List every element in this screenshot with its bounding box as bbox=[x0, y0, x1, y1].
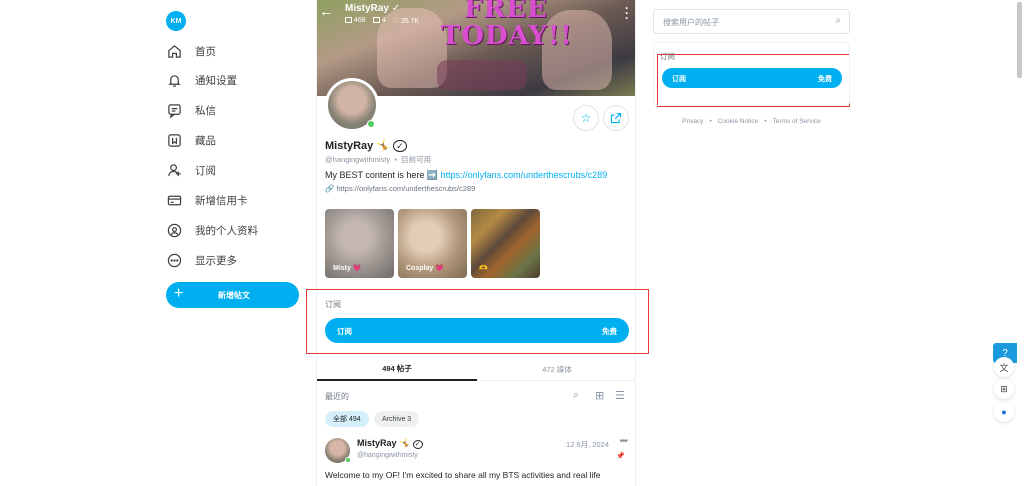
side-subscription-title: 订阅 bbox=[660, 52, 675, 61]
sidebar-item-label: 订阅 bbox=[195, 164, 216, 177]
side-subscribe-button[interactable]: 订阅 免费 bbox=[662, 68, 842, 88]
post-date: 12 6月, 2024 bbox=[566, 440, 609, 449]
cover-name: MistyRay ✓ bbox=[345, 3, 401, 14]
sidebar-item-label: 新增信用卡 bbox=[195, 194, 248, 207]
filter-archive-chip[interactable]: Archive 3 bbox=[374, 411, 420, 427]
plus-icon: + bbox=[174, 285, 184, 302]
apps-grid-icon[interactable]: ⊞ bbox=[994, 379, 1014, 399]
star-icon: ☆ bbox=[580, 111, 592, 125]
sidebar-item-subscriptions[interactable]: 订阅 bbox=[167, 158, 216, 182]
side-subscribe-price: 免费 bbox=[818, 76, 832, 83]
image-icon bbox=[345, 17, 352, 23]
verified-icon: ✓ bbox=[391, 3, 401, 14]
online-status-dot bbox=[345, 457, 351, 463]
likes-count: ♡ 35.7K bbox=[392, 18, 420, 25]
profile-name: MistyRay 🤸 ✓ bbox=[325, 139, 407, 152]
new-post-label: 新增帖文 bbox=[218, 290, 250, 300]
profile-bio: My BEST content is here ➡️ https://onlyf… bbox=[325, 170, 608, 180]
more-vertical-icon[interactable]: · · · bbox=[625, 2, 629, 24]
pin-icon: 📌 bbox=[616, 453, 625, 460]
cover-banner-text: FREE TODAY!! bbox=[441, 0, 573, 51]
more-horizontal-icon[interactable]: ••• bbox=[619, 436, 627, 447]
search-icon[interactable]: ⌕ bbox=[835, 15, 841, 26]
sidebar-item-collections[interactable]: 藏品 bbox=[167, 128, 216, 152]
cookie-notice-link[interactable]: Cookie Notice bbox=[718, 118, 758, 125]
sidebar-item-notifications[interactable]: 通知设置 bbox=[167, 68, 237, 92]
user-avatar[interactable]: KM bbox=[166, 11, 186, 31]
share-button[interactable] bbox=[603, 105, 629, 131]
bell-icon bbox=[168, 74, 181, 87]
grid-icon[interactable]: ⊞ bbox=[595, 389, 604, 402]
favorite-button[interactable]: ☆ bbox=[573, 105, 599, 131]
sidebar-item-label: 私信 bbox=[195, 104, 216, 117]
profile-icon bbox=[167, 223, 182, 237]
assistant-icon[interactable]: ● bbox=[994, 402, 1014, 422]
highlight-misty[interactable]: Misty 💗 bbox=[325, 209, 394, 278]
sort-icon[interactable]: ☰ bbox=[615, 389, 625, 402]
sidebar-item-label: 藏品 bbox=[195, 134, 216, 147]
subscriptions-icon bbox=[168, 163, 181, 176]
tab-media[interactable]: 472 媒体 bbox=[477, 357, 635, 381]
page: KM 首页 通知设置 私信 藏品 订阅 新增信用卡 我的个人资料 显示更多 + … bbox=[0, 0, 1024, 486]
side-subscription-box: 订阅 订阅 免费 bbox=[653, 42, 850, 106]
link-icon: 🔗 bbox=[325, 184, 335, 193]
post-author-handle: @hangingwithmisty bbox=[357, 452, 418, 459]
footer-links: Privacy • Cookie Notice • Terms of Servi… bbox=[682, 118, 821, 125]
privacy-link[interactable]: Privacy bbox=[682, 118, 703, 125]
sidebar-item-label: 我的个人资料 bbox=[195, 224, 258, 237]
profile-handle: @hangingwithmisty • 目前可用 bbox=[325, 155, 432, 164]
profile-website[interactable]: 🔗 https://onlyfans.com/underthescrubs/c2… bbox=[325, 184, 475, 193]
recent-label: 最近的 bbox=[325, 392, 349, 401]
sidebar-item-label: 首页 bbox=[195, 45, 216, 58]
more-icon bbox=[167, 253, 182, 267]
profile-tabs: 494 帖子 472 媒体 bbox=[317, 357, 635, 381]
sidebar-item-my-profile[interactable]: 我的个人资料 bbox=[167, 218, 258, 242]
terms-link[interactable]: Terms of Service bbox=[772, 118, 820, 125]
search-icon[interactable]: ⌕ bbox=[573, 389, 579, 402]
credit-card-icon bbox=[167, 195, 182, 205]
back-arrow-icon[interactable]: ← bbox=[319, 3, 334, 20]
translate-icon[interactable]: 文 bbox=[994, 357, 1014, 377]
message-icon bbox=[168, 103, 181, 118]
sidebar-item-label: 显示更多 bbox=[195, 254, 237, 267]
sidebar-item-more[interactable]: 显示更多 bbox=[167, 248, 237, 272]
scrollbar[interactable] bbox=[1017, 2, 1022, 78]
search-input[interactable]: 搜索用户的帖子 ⌕ bbox=[653, 9, 850, 34]
sidebar-item-add-card[interactable]: 新增信用卡 bbox=[167, 188, 248, 212]
highlight-box bbox=[306, 289, 649, 354]
tab-posts[interactable]: 494 帖子 bbox=[317, 357, 477, 381]
sidebar-item-label: 通知设置 bbox=[195, 74, 237, 87]
profile-column: FREE TODAY!! ← MistyRay ✓ 468 4 ♡ 35.7K … bbox=[316, 0, 636, 486]
share-icon bbox=[610, 112, 622, 124]
sidebar: KM 首页 通知设置 私信 藏品 订阅 新增信用卡 我的个人资料 显示更多 + … bbox=[160, 0, 310, 486]
online-status-dot bbox=[367, 120, 375, 128]
video-icon bbox=[372, 17, 380, 23]
verified-icon: ✓ bbox=[412, 440, 423, 449]
filter-all-chip[interactable]: 全部 494 bbox=[325, 411, 369, 427]
highlight-cosplay[interactable]: Cosplay 💗 bbox=[398, 209, 467, 278]
videos-count: 4 bbox=[372, 17, 386, 25]
verified-icon: ✓ bbox=[393, 140, 407, 152]
cover-stats: 468 4 ♡ 35.7K bbox=[345, 17, 419, 25]
new-post-button[interactable]: + 新增帖文 bbox=[166, 282, 299, 308]
availability-status: 目前可用 bbox=[401, 155, 432, 164]
home-icon bbox=[168, 44, 181, 58]
bio-link[interactable]: https://onlyfans.com/underthescrubs/c289 bbox=[441, 170, 608, 180]
sidebar-item-messages[interactable]: 私信 bbox=[167, 98, 216, 122]
post-text: Welcome to my OF! I'm excited to share a… bbox=[325, 470, 601, 480]
highlight-hearts[interactable]: 🫶 bbox=[471, 209, 540, 278]
bookmark-icon bbox=[168, 133, 181, 147]
post-author-name: MistyRay 🤸 ✓ bbox=[357, 438, 423, 449]
posts-count: 468 bbox=[345, 17, 366, 25]
sidebar-item-home[interactable]: 首页 bbox=[167, 39, 216, 63]
heart-icon: ♡ bbox=[392, 18, 401, 25]
